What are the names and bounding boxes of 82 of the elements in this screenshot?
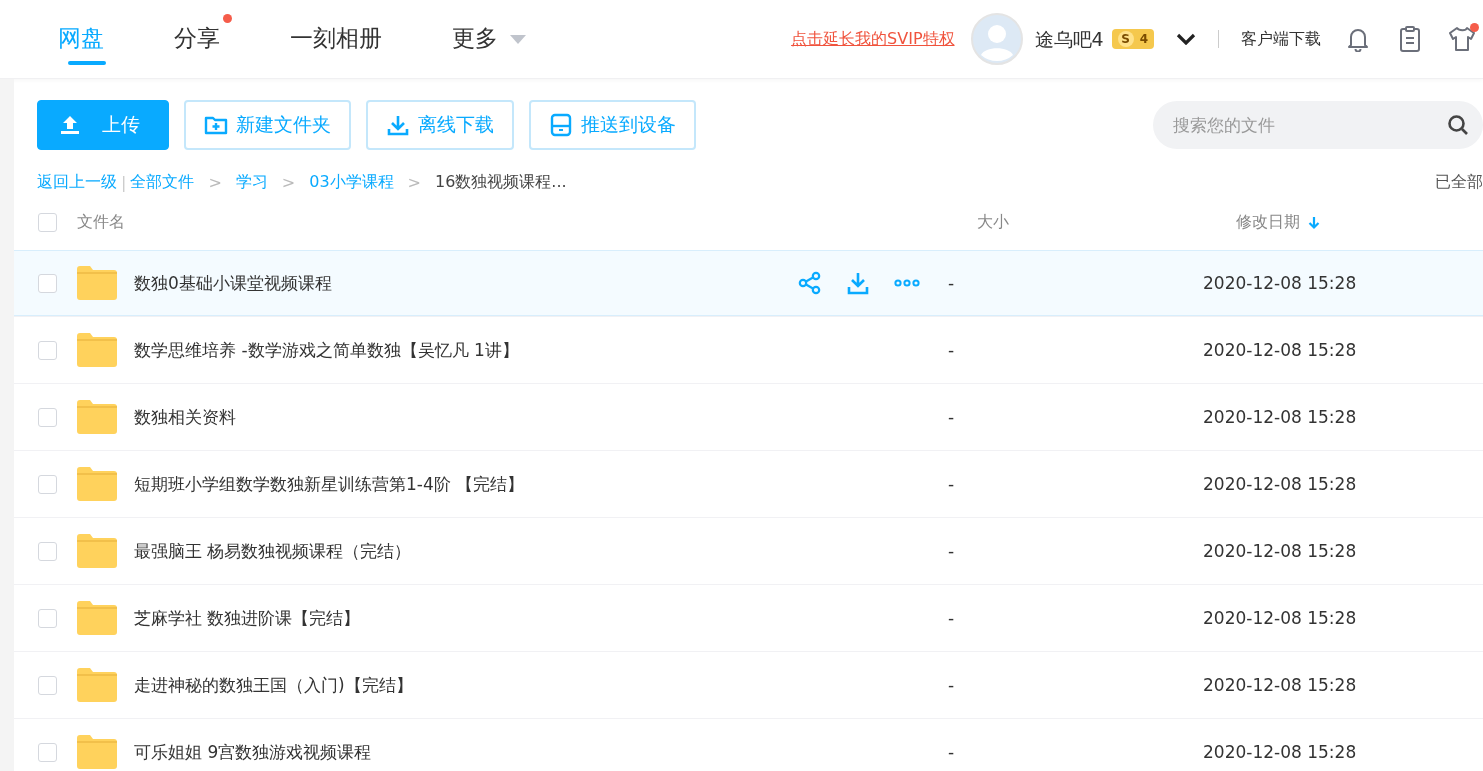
table-row[interactable]: 芝麻学社 数独进阶课【完结】 - 2020-12-08 15:28 (14, 584, 1483, 651)
folder-icon (77, 534, 117, 568)
modified-date: 2020-12-08 15:28 (1203, 675, 1357, 695)
column-header[interactable]: 文件名 (77, 212, 977, 233)
folder-icon (77, 266, 117, 300)
download-icon[interactable] (846, 271, 870, 295)
nav-tab[interactable]: 分享 (174, 0, 232, 78)
arrow-down-icon (1308, 215, 1320, 230)
file-size: - (948, 407, 956, 427)
folder-icon (77, 400, 117, 434)
file-name[interactable]: 最强脑王 杨易数独视频课程（完结） (134, 539, 798, 563)
breadcrumb-separator: > (407, 173, 421, 192)
file-size: - (948, 675, 956, 695)
file-size: - (948, 340, 956, 360)
nav-tab[interactable]: 一刻相册 (290, 0, 394, 78)
table-row[interactable]: 数独相关资料 - 2020-12-08 15:28 (14, 383, 1483, 450)
row-checkbox[interactable] (38, 541, 57, 561)
table-row[interactable]: 最强脑王 杨易数独视频课程（完结） - 2020-12-08 15:28 (14, 517, 1483, 584)
modified-date: 2020-12-08 15:28 (1203, 608, 1357, 628)
file-size: - (948, 273, 956, 293)
svip-link[interactable]: 点击延长我的SVIP特权 (791, 28, 955, 50)
table-row[interactable]: 走进神秘的数独王国（入门)【完结】 - 2020-12-08 15:28 (14, 651, 1483, 718)
caret-down-icon[interactable] (510, 34, 526, 44)
file-size: - (948, 742, 956, 762)
row-checkbox[interactable] (38, 340, 57, 360)
modified-date: 2020-12-08 15:28 (1203, 742, 1357, 762)
folder-icon (77, 467, 117, 501)
load-status: 已全部 (1435, 172, 1483, 193)
highlighted-row[interactable]: 数独0基础小课堂视频课程 - 2020-12-08 15:28 (14, 250, 1483, 316)
row-checkbox[interactable] (38, 407, 57, 427)
modified-date: 2020-12-08 15:28 (1203, 541, 1357, 561)
user-name[interactable]: 途乌吧4 (1034, 26, 1104, 52)
row-checkbox[interactable] (38, 608, 57, 628)
breadcrumb-current: 16数独视频课程... (434, 172, 567, 193)
divider: | (121, 173, 127, 192)
search-icon[interactable] (1447, 114, 1469, 136)
breadcrumb-separator: > (208, 173, 222, 192)
file-name[interactable]: 数学思维培养 -数学游戏之简单数独【吴忆凡 1讲】 (134, 338, 798, 362)
row-checkbox[interactable] (38, 742, 57, 762)
column-header[interactable]: 修改日期 (1236, 212, 1320, 233)
notification-dot (1470, 23, 1479, 32)
avatar-icon[interactable] (970, 13, 1023, 65)
file-name[interactable]: 短期班小学组数学数独新星训练营第1-4阶 【完结】 (134, 472, 798, 496)
clipboard-icon[interactable] (1397, 26, 1423, 52)
folder-icon (77, 601, 117, 635)
row-checkbox[interactable] (38, 474, 57, 494)
row-checkbox[interactable] (38, 273, 57, 293)
more-icon[interactable] (894, 279, 920, 287)
client-download-link[interactable]: 客户端下载 (1241, 28, 1321, 50)
row-checkbox[interactable] (38, 675, 57, 695)
file-size: - (948, 474, 956, 494)
file-name[interactable]: 走进神秘的数独王国（入门)【完结】 (134, 673, 798, 697)
chevron-down-icon[interactable] (1176, 33, 1196, 45)
modified-date: 2020-12-08 15:28 (1203, 340, 1357, 360)
modified-date: 2020-12-08 15:28 (1203, 474, 1357, 494)
nav-tab[interactable]: 更多 (452, 0, 538, 78)
device-icon (549, 113, 573, 137)
table-row[interactable]: 可乐姐姐 9宫数独游戏视频课程 - 2020-12-08 15:28 (14, 718, 1483, 771)
file-size: - (948, 608, 956, 628)
column-header[interactable]: 大小 (977, 212, 1236, 233)
search-field[interactable]: 搜索您的文件 (1153, 101, 1483, 149)
shirt-icon[interactable] (1449, 26, 1475, 52)
folder-icon (77, 735, 117, 769)
download-icon (386, 113, 410, 137)
modified-date: 2020-12-08 15:28 (1203, 407, 1357, 427)
breadcrumb-separator: > (281, 173, 296, 192)
share-icon[interactable] (798, 271, 822, 295)
file-size: - (948, 541, 956, 561)
file-name[interactable]: 可乐姐姐 9宫数独游戏视频课程 (134, 740, 798, 764)
file-name[interactable]: 数独0基础小课堂视频课程 (134, 271, 798, 295)
select-all-checkbox[interactable] (38, 213, 57, 232)
folder-icon (77, 333, 117, 367)
file-name[interactable]: 芝麻学社 数独进阶课【完结】 (134, 606, 798, 630)
table-row[interactable]: 数学思维培养 -数学游戏之简单数独【吴忆凡 1讲】 - 2020-12-08 15:28 (14, 316, 1483, 383)
notification-dot (223, 14, 232, 23)
bell-icon[interactable] (1345, 26, 1371, 52)
upload-icon (58, 113, 82, 137)
table-row[interactable]: 短期班小学组数学数独新星训练营第1-4阶 【完结】 - 2020-12-08 15:28 (14, 450, 1483, 517)
file-name[interactable]: 数独相关资料 (134, 405, 798, 429)
folder-icon (77, 668, 117, 702)
vip-badge: S 4 (1111, 29, 1154, 49)
modified-date: 2020-12-08 15:28 (1203, 273, 1357, 293)
